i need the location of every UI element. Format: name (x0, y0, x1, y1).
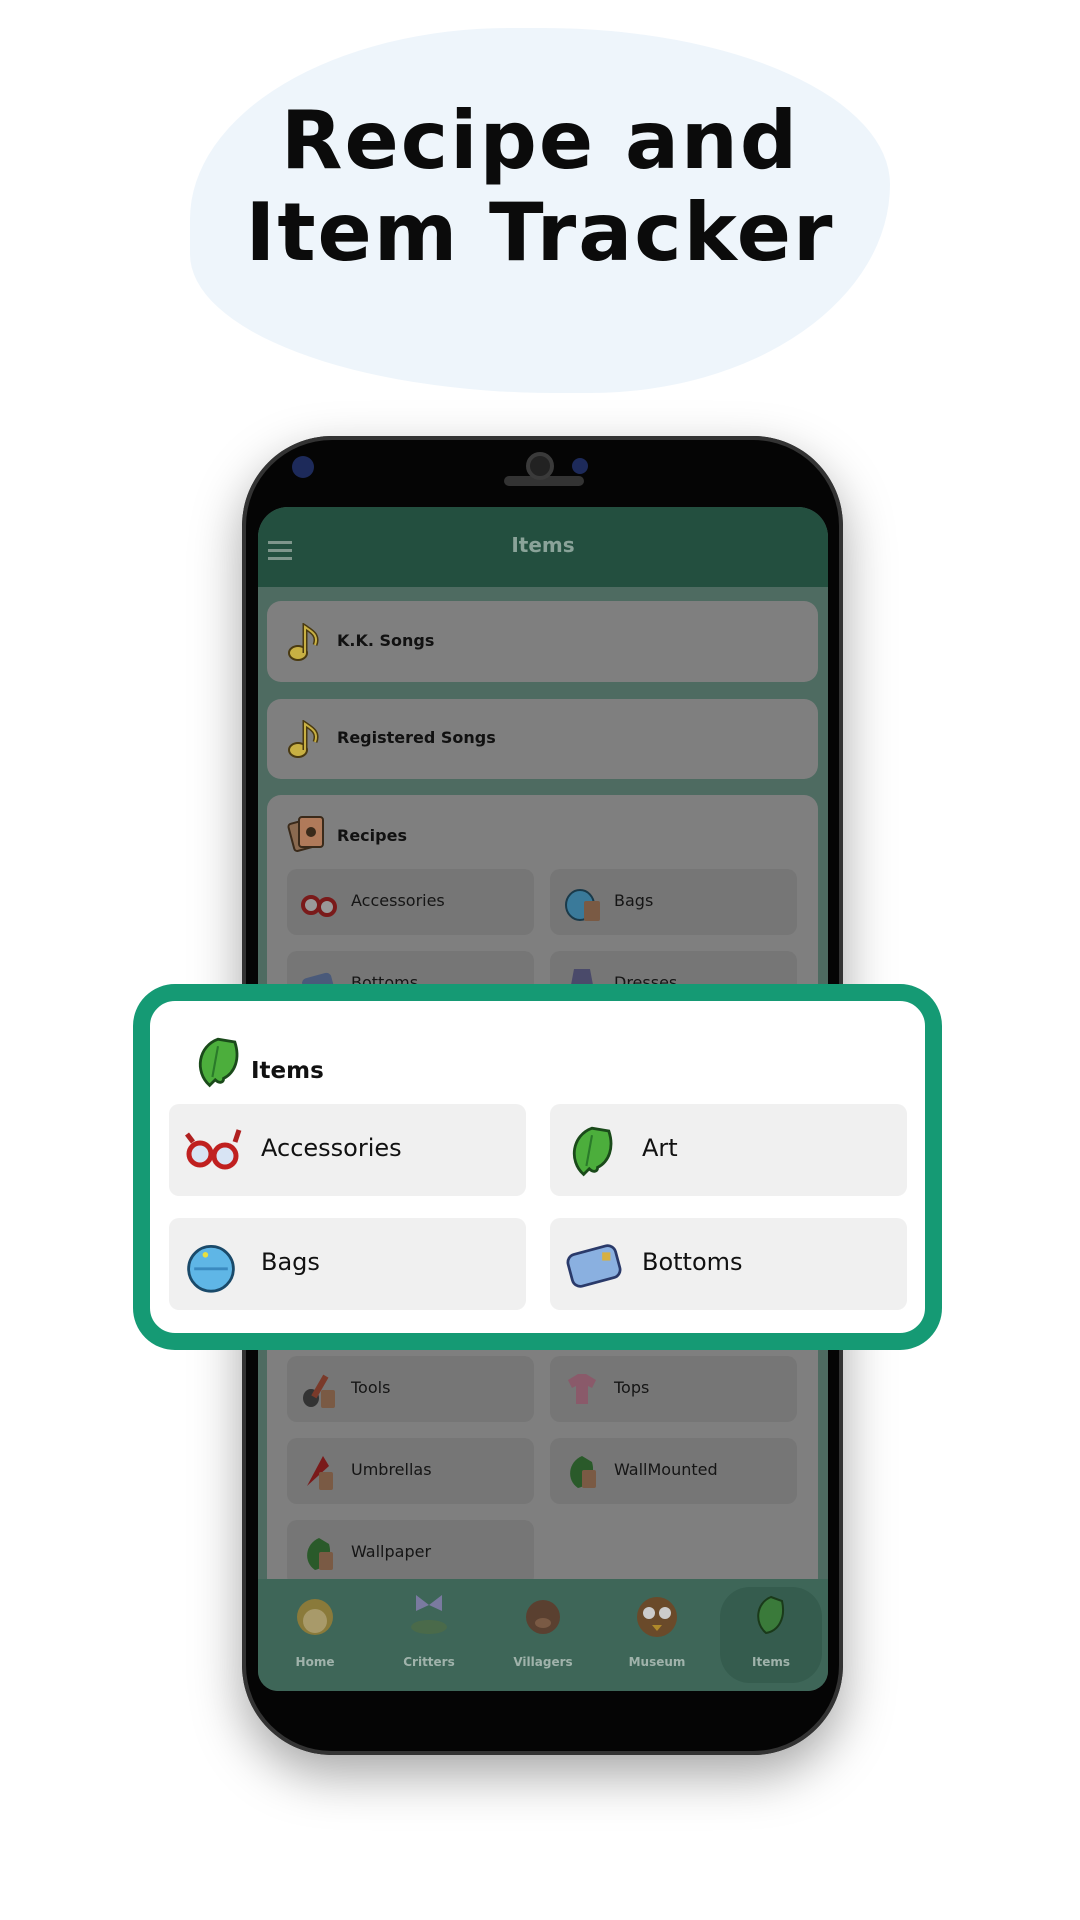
shirt-icon (568, 1374, 596, 1404)
nav-label: Villagers (513, 1655, 573, 1669)
cell-label: Accessories (261, 1134, 402, 1162)
music-note-icon (288, 623, 319, 661)
cell-label: Bottoms (642, 1248, 743, 1276)
cell-label: Wallpaper (351, 1542, 432, 1561)
cell-label: Umbrellas (351, 1460, 432, 1479)
headline-line2: Item Tracker (245, 186, 835, 279)
cell-label: Art (642, 1134, 678, 1162)
nav-critters[interactable]: Critters (372, 1579, 486, 1691)
shovel-icon (303, 1374, 335, 1408)
section-label: Recipes (337, 826, 407, 845)
backpack-icon (187, 1245, 235, 1293)
headline: Recipe and Item Tracker (0, 95, 1080, 279)
nav-label: Items (752, 1655, 790, 1669)
cell-label: Accessories (351, 891, 445, 910)
recipe-accessories[interactable]: Accessories (287, 869, 534, 935)
section-label: K.K. Songs (337, 631, 435, 650)
nav-label: Critters (403, 1655, 455, 1669)
nav-label: Home (295, 1655, 335, 1669)
leaf-icon (757, 1595, 784, 1635)
section-registered-songs[interactable]: Registered Songs (267, 699, 818, 779)
nav-label: Museum (628, 1655, 686, 1669)
recipe-card-icon (287, 816, 324, 852)
glasses-icon (301, 895, 337, 917)
recipe-bags[interactable]: Bags (550, 869, 797, 935)
item-art[interactable]: Art (550, 1104, 907, 1196)
section-label: Registered Songs (337, 728, 496, 747)
recipe-wallpaper[interactable]: Wallpaper (287, 1520, 534, 1586)
item-accessories[interactable]: Accessories (169, 1104, 526, 1196)
umbrella-icon (307, 1456, 333, 1490)
items-highlight-card: Items Accessories Art Bags Bottoms (133, 984, 942, 1350)
backpack-icon (565, 889, 600, 921)
items-title: Items (251, 1058, 324, 1084)
leaf-icon (570, 1456, 596, 1488)
blathers-icon (637, 1597, 677, 1637)
recipe-umbrellas[interactable]: Umbrellas (287, 1438, 534, 1504)
app-title: Items (511, 533, 575, 557)
nav-items[interactable]: Items (714, 1579, 828, 1691)
sensor-icon (572, 458, 588, 474)
glasses-icon (185, 1129, 242, 1170)
recipe-tops[interactable]: Tops (550, 1356, 797, 1422)
cell-label: Bags (261, 1248, 320, 1276)
villager-icon (526, 1600, 560, 1634)
isabelle-icon (297, 1599, 333, 1635)
section-kk-songs[interactable]: K.K. Songs (267, 601, 818, 682)
bottom-nav: Home Critters Villagers Museum Items (258, 1579, 828, 1691)
camera-icon (526, 452, 554, 480)
leaf-icon (307, 1538, 333, 1570)
recipe-wallmounted[interactable]: WallMounted (550, 1438, 797, 1504)
leaf-icon (572, 1126, 613, 1177)
app-bar: Items (258, 507, 828, 587)
nav-villagers[interactable]: Villagers (486, 1579, 600, 1691)
music-note-icon (288, 720, 319, 758)
item-bags[interactable]: Bags (169, 1218, 526, 1310)
recipe-tools[interactable]: Tools (287, 1356, 534, 1422)
pants-icon (566, 1244, 622, 1288)
item-bottoms[interactable]: Bottoms (550, 1218, 907, 1310)
sensor-icon (292, 456, 314, 478)
nav-museum[interactable]: Museum (600, 1579, 714, 1691)
cell-label: Bags (614, 891, 654, 910)
cell-label: Tools (351, 1378, 391, 1397)
cell-label: Tops (614, 1378, 650, 1397)
nav-home[interactable]: Home (258, 1579, 372, 1691)
headline-line1: Recipe and (280, 94, 800, 187)
cell-label: WallMounted (614, 1460, 718, 1479)
leaf-icon (198, 1037, 239, 1088)
critters-icon (411, 1595, 447, 1634)
